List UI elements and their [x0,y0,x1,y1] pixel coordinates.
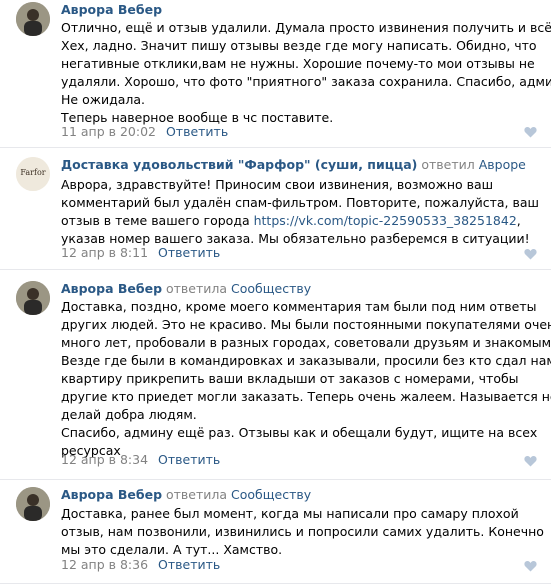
comment-header: Аврора Вебер ответила Сообществу [61,281,311,297]
comment-text: Доставка, поздно, кроме моего комментари… [61,299,551,458]
comment-header: Аврора Вебер ответила Сообществу [61,487,311,503]
avatar-text: Farfor [20,168,46,177]
comment-date[interactable]: 12 апр в 8:34 [61,452,148,467]
avatar[interactable] [16,487,50,521]
heart-icon[interactable] [524,248,537,260]
comment-meta: 12 апр в 8:11 Ответить [61,245,220,261]
comment-meta: 11 апр в 20:02 Ответить [61,124,228,140]
reply-to-link[interactable]: Сообществу [231,281,311,296]
avatar[interactable] [16,2,50,36]
comment-text: Аврора, здравствуйте! Приносим свои изви… [61,177,539,246]
comment: Аврора Вебер ответила Сообществу Доставк… [0,480,551,584]
user-photo-icon [16,281,50,315]
reply-word: ответил [421,157,475,172]
comment-date[interactable]: 11 апр в 20:02 [61,124,156,139]
comment: Аврора Вебер ответила Сообществу Доставк… [0,270,551,480]
comment-meta: 12 апр в 8:36 Ответить [61,557,220,573]
user-photo-icon [16,487,50,521]
comment-header: Доставка удовольствий "Фарфор" (суши, пи… [61,157,526,173]
author-name[interactable]: Аврора Вебер [61,487,162,502]
comment-header: Аврора Вебер [61,2,162,18]
comment-date[interactable]: 12 апр в 8:36 [61,557,148,572]
reply-word: ответила [166,281,228,296]
comment-text: Отлично, ещё и отзыв удалили. Думала про… [61,20,551,125]
comment: Farfor Доставка удовольствий "Фарфор" (с… [0,148,551,270]
reply-button[interactable]: Ответить [166,124,228,139]
comment: Аврора Вебер Отлично, ещё и отзыв удалил… [0,0,551,148]
author-name[interactable]: Доставка удовольствий "Фарфор" (суши, пи… [61,157,417,172]
author-name[interactable]: Аврора Вебер [61,2,162,17]
reply-to-link[interactable]: Сообществу [231,487,311,502]
comment-meta: 12 апр в 8:34 Ответить [61,452,220,468]
user-photo-icon [16,2,50,36]
author-name[interactable]: Аврора Вебер [61,281,162,296]
avatar[interactable] [16,281,50,315]
heart-icon[interactable] [524,455,537,467]
reply-button[interactable]: Ответить [158,245,220,260]
avatar[interactable]: Farfor [16,157,50,191]
comment-text: Доставка, ранее был момент, когда мы нап… [61,506,544,557]
reply-to-link[interactable]: Авроре [479,157,526,172]
reply-word: ответила [166,487,228,502]
reply-button[interactable]: Ответить [158,452,220,467]
topic-link[interactable]: https://vk.com/topic-22590533_38251842 [254,213,517,228]
comment-date[interactable]: 12 апр в 8:11 [61,245,148,260]
reply-button[interactable]: Ответить [158,557,220,572]
heart-icon[interactable] [524,560,537,572]
heart-icon[interactable] [524,126,537,138]
